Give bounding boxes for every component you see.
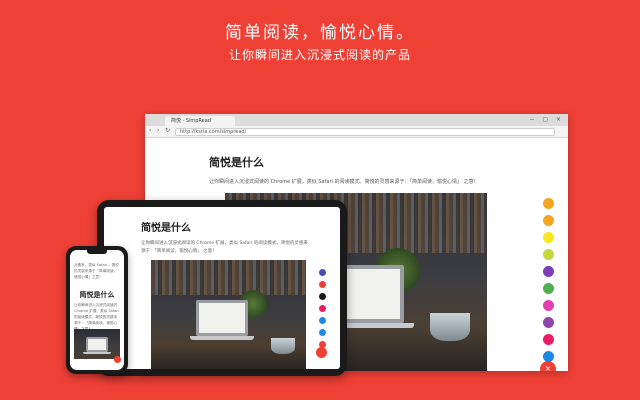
hero-title: 简单阅读，愉悦心情。: [225, 23, 415, 43]
tablet-device: 简悦是什么 让你瞬间进入沉浸式阅读的 Chrome 扩展，类似 Safari 的…: [97, 200, 347, 376]
layout-icon[interactable]: [543, 249, 554, 260]
forward-icon[interactable]: ›: [157, 127, 159, 134]
reload-icon[interactable]: ↻: [165, 127, 170, 134]
tablet-action-button[interactable]: [319, 317, 326, 324]
article-text: 让你瞬间进入沉浸式阅读的 Chrome 扩展，类似 Safari 的阅读模式。简…: [209, 179, 479, 185]
browser-tab[interactable]: 简悦 · SimpRead: [165, 116, 235, 126]
back-icon[interactable]: ‹: [149, 127, 151, 134]
article-title: 简悦是什么: [209, 156, 264, 169]
phone-article-text: 让你瞬间进入沉浸式阅读的 Chrome 扩展，类似 Safari 的阅读模式。简…: [74, 303, 119, 331]
hero-subtitle: 让你瞬间进入沉浸式阅读的产品: [228, 48, 411, 62]
tablet-action-button[interactable]: [319, 305, 326, 312]
theme-icon[interactable]: [543, 266, 554, 277]
phone-article-photo: [74, 329, 120, 359]
tablet-action-button[interactable]: [319, 293, 326, 300]
tablet-article-photo: [151, 260, 306, 369]
browser-toolbar: ‹ › ↻ http://ksria.com/simpread/: [145, 126, 568, 138]
tablet-action-button[interactable]: [319, 269, 326, 276]
tablet-screen: 简悦是什么 让你瞬间进入沉浸式阅读的 Chrome 扩展，类似 Safari 的…: [104, 207, 340, 369]
pin-icon[interactable]: [543, 198, 554, 209]
phone-notch: [87, 250, 107, 254]
tablet-action-button[interactable]: [319, 281, 326, 288]
close-icon[interactable]: ×: [540, 361, 556, 371]
cloud-icon[interactable]: [543, 317, 554, 328]
phone-close-icon[interactable]: [114, 356, 121, 363]
address-bar[interactable]: http://ksria.com/simpread/: [175, 128, 555, 136]
download-icon[interactable]: [543, 334, 554, 345]
tablet-close-icon[interactable]: [316, 347, 327, 358]
browser-tab-bar: 简悦 · SimpRead − ▢ ×: [145, 114, 568, 126]
send-icon[interactable]: [543, 300, 554, 311]
tablet-article-title: 简悦是什么: [141, 223, 191, 234]
setting-icon[interactable]: [543, 215, 554, 226]
window-controls[interactable]: − ▢ ×: [529, 116, 564, 123]
phone-intro-text: 元素来，类似 Safari... 简悦的灵感来源于「简单阅读，愉悦心情」之意！: [74, 263, 119, 279]
phone-device: 元素来，类似 Safari... 简悦的灵感来源于「简单阅读，愉悦心情」之意！ …: [66, 246, 128, 374]
tablet-action-button[interactable]: [319, 329, 326, 336]
phone-article-title: 简悦是什么: [79, 291, 115, 299]
tablet-action-buttons: [319, 269, 326, 353]
tablet-article-text: 让你瞬间进入沉浸式阅读的 Chrome 扩展，类似 Safari 的阅读模式。简…: [141, 241, 308, 254]
share-icon[interactable]: [543, 283, 554, 294]
phone-screen: 元素来，类似 Safari... 简悦的灵感来源于「简单阅读，愉悦心情」之意！ …: [70, 250, 124, 370]
reader-action-buttons: [543, 198, 555, 371]
font-icon[interactable]: [543, 232, 554, 243]
